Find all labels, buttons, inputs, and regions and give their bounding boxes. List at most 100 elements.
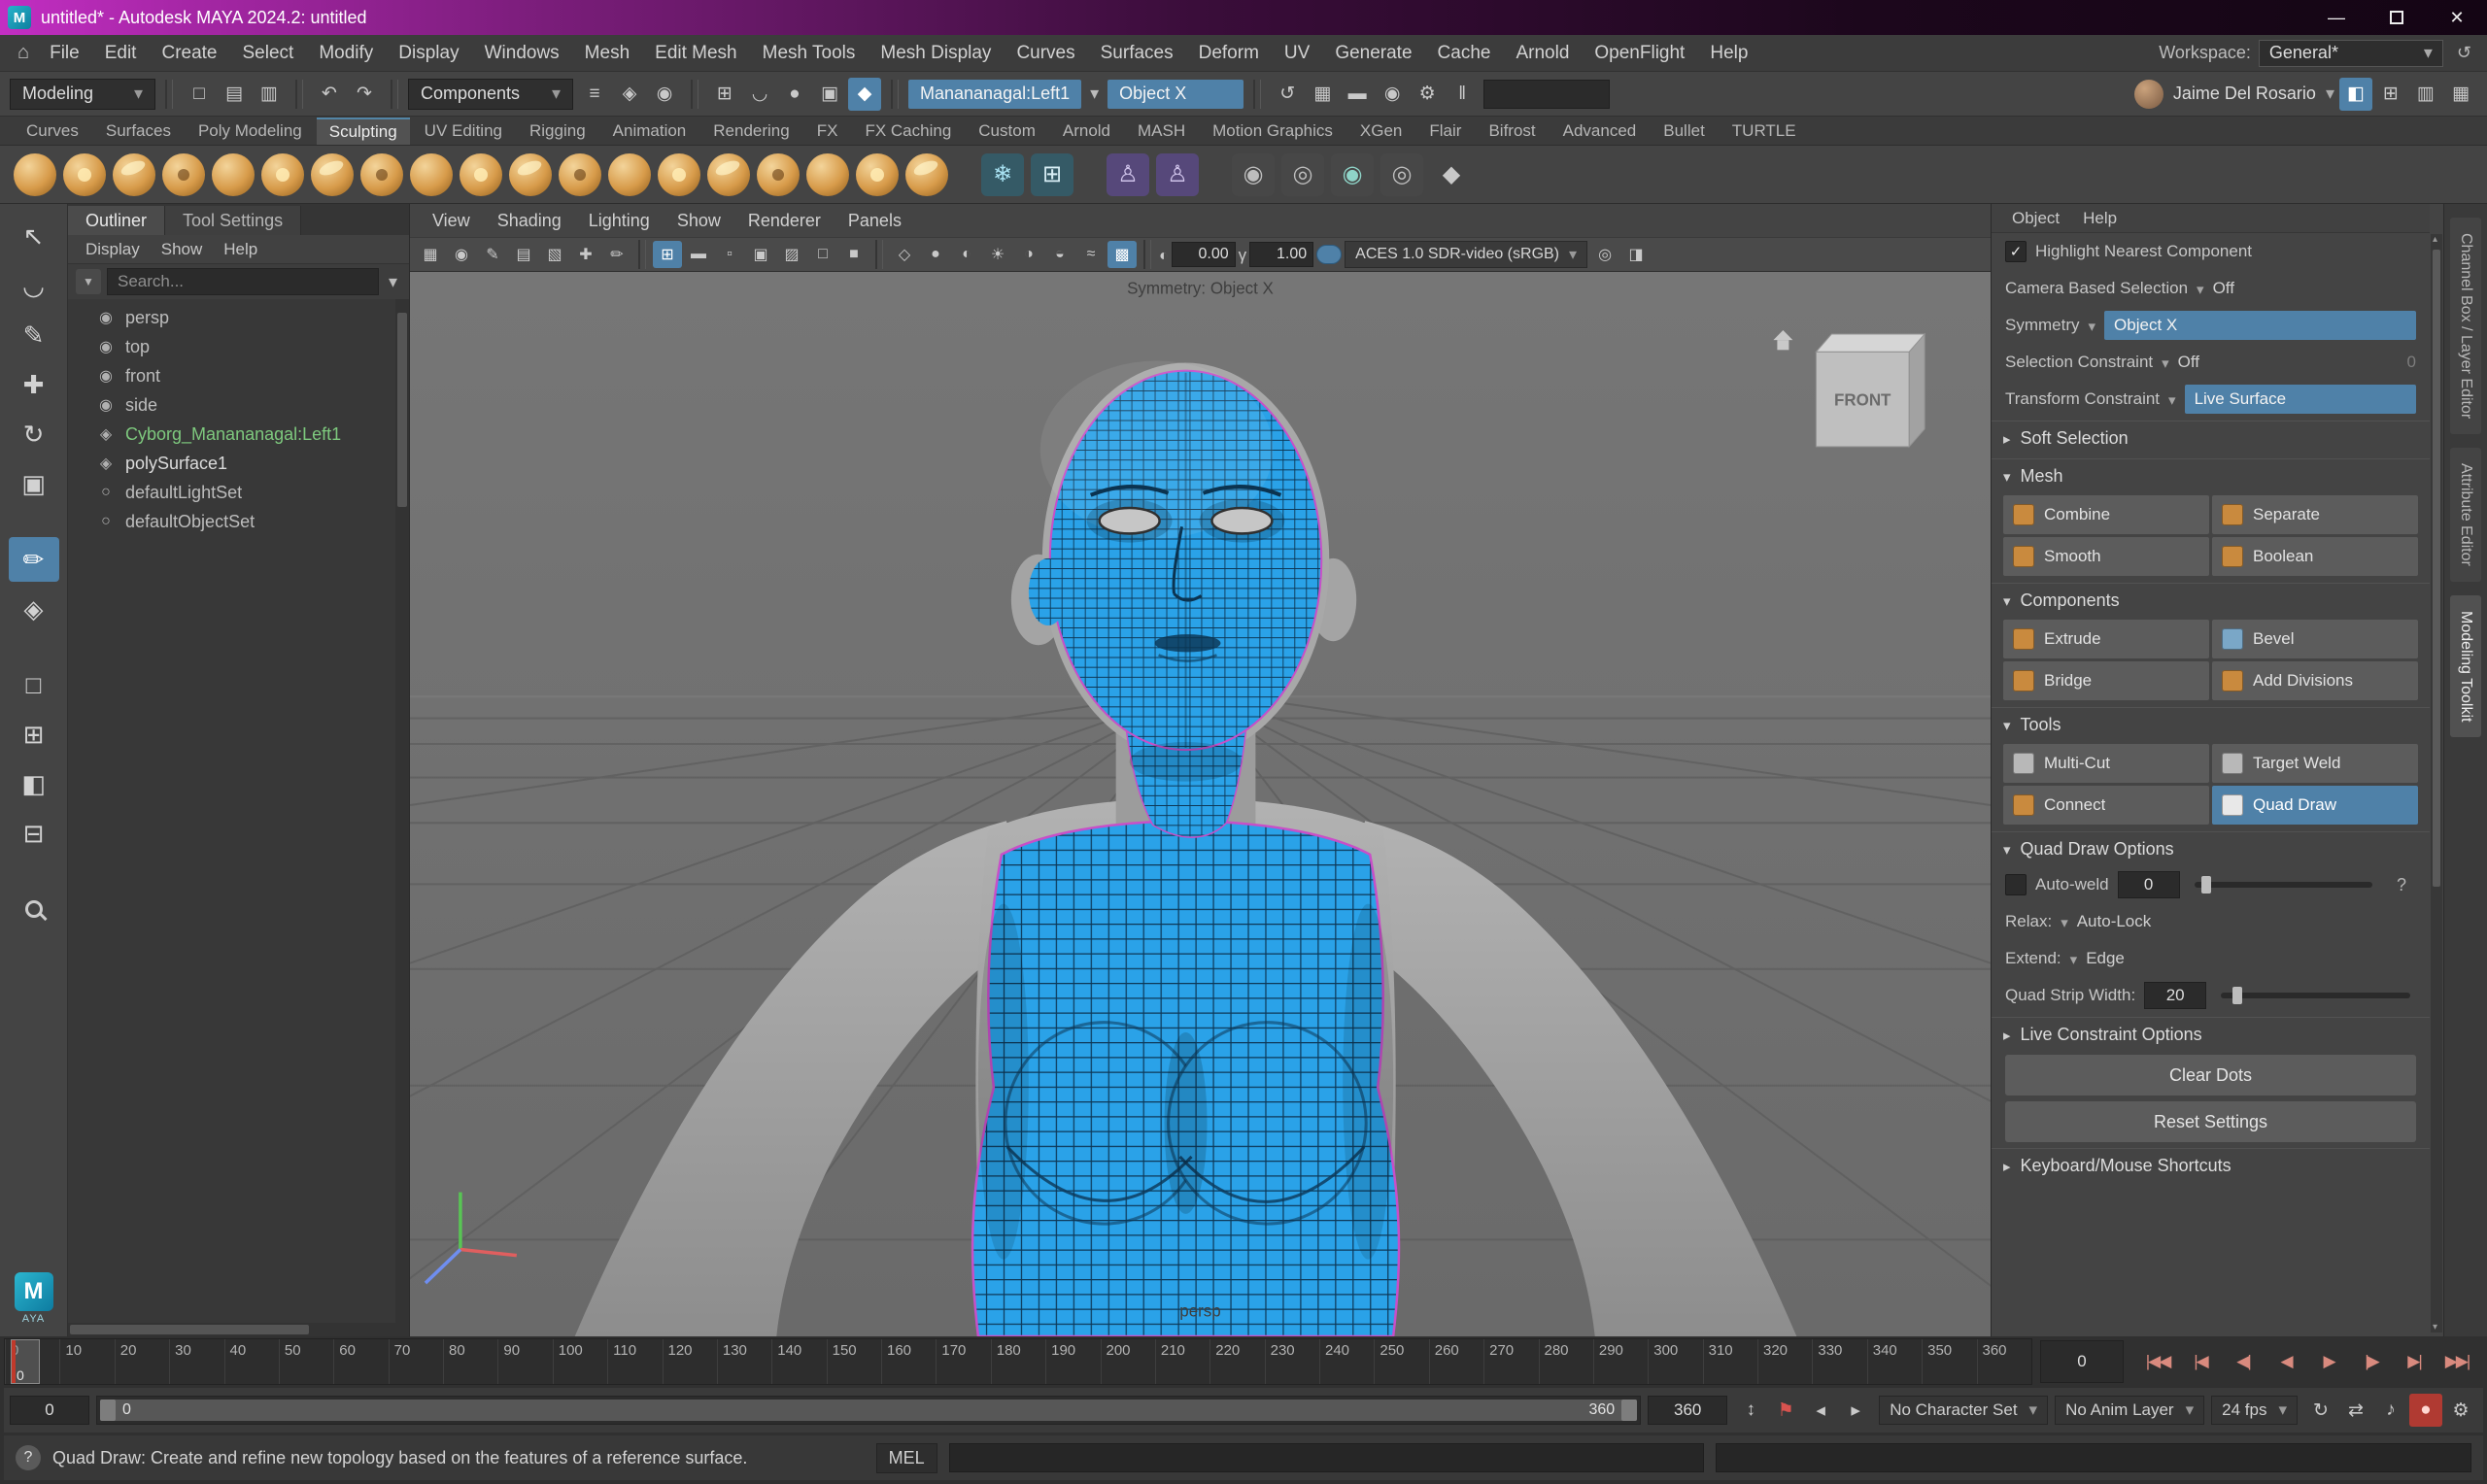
viewport-menu-show[interactable]: Show	[664, 211, 733, 231]
chevron-down-icon[interactable]	[2162, 353, 2169, 373]
next-clip-icon[interactable]: ▸	[1839, 1394, 1872, 1427]
oscillate-icon[interactable]: ⇄	[2339, 1394, 2372, 1427]
xray-icon[interactable]: ◨	[1621, 241, 1651, 268]
slider-handle[interactable]	[2201, 876, 2211, 894]
shelf-tab-bifrost[interactable]: Bifrost	[1476, 118, 1548, 145]
current-frame-field[interactable]	[2040, 1340, 2124, 1383]
outliner-search-input[interactable]	[107, 268, 379, 295]
grid-toggle-icon[interactable]: ⊞	[653, 241, 682, 268]
menu-cache[interactable]: Cache	[1425, 35, 1504, 72]
shelf-tab-animation[interactable]: Animation	[600, 118, 699, 145]
render-current-frame-icon[interactable]: ▬	[1341, 78, 1374, 111]
menu-help[interactable]: Help	[1697, 35, 1760, 72]
ui-elements-icon[interactable]: ⊞	[2374, 78, 2407, 111]
gamma-field[interactable]	[1249, 242, 1313, 267]
2d-pan-zoom-icon[interactable]: ✚	[571, 241, 600, 268]
outliner-item-front[interactable]: ◉front	[68, 361, 409, 390]
selection-constraint-value[interactable]: Off	[2178, 353, 2199, 372]
chevron-down-icon[interactable]	[2089, 316, 2096, 336]
range-start-handle[interactable]	[100, 1400, 116, 1421]
move-tool-icon[interactable]: ✚	[9, 362, 59, 407]
extend-value[interactable]: Edge	[2086, 949, 2125, 968]
chevron-down-icon[interactable]	[2061, 912, 2068, 932]
four-pane-layout-icon[interactable]: ⊞	[9, 712, 59, 757]
camera-attributes-icon[interactable]: ✎	[478, 241, 507, 268]
shelf-tab-mash[interactable]: MASH	[1125, 118, 1198, 145]
shelf-tab-xgen[interactable]: XGen	[1347, 118, 1414, 145]
outliner-item-defaultobjectset[interactable]: ○defaultObjectSet	[68, 507, 409, 536]
play-backwards-button[interactable]: ◀	[2266, 1344, 2306, 1379]
snap-to-point-icon[interactable]: ●	[778, 78, 811, 111]
rotate-tool-icon[interactable]: ↻	[9, 412, 59, 456]
wireframe-display-icon[interactable]: ◇	[890, 241, 919, 268]
vertical-scrollbar[interactable]	[2431, 234, 2442, 1332]
select-by-object-icon[interactable]: ◈	[613, 78, 646, 111]
menu-openflight[interactable]: OpenFlight	[1582, 35, 1697, 72]
combine-button[interactable]: Combine	[2003, 495, 2209, 534]
prev-clip-icon[interactable]: ◂	[1804, 1394, 1837, 1427]
slider-handle[interactable]	[2232, 987, 2242, 1004]
playhead[interactable]: 0	[11, 1339, 40, 1384]
persp-outliner-layout-icon[interactable]: ◧	[9, 761, 59, 806]
sculpt-sculpt-brush-icon[interactable]	[63, 153, 106, 196]
exposure-field[interactable]	[1172, 242, 1236, 267]
menu-select[interactable]: Select	[230, 35, 307, 72]
isolate-select-icon[interactable]: ◎	[1590, 241, 1619, 268]
connect-button[interactable]: Connect	[2003, 786, 2209, 825]
range-bar[interactable]	[100, 1400, 1637, 1421]
play-forwards-button[interactable]: ▶	[2308, 1344, 2349, 1379]
freeze-selection-icon[interactable]: ❄	[981, 153, 1024, 196]
outliner-menu-help[interactable]: Help	[214, 240, 267, 259]
sculpt-amplify-brush-icon[interactable]	[856, 153, 899, 196]
bevel-button[interactable]: Bevel	[2212, 620, 2418, 658]
outliner-menu-display[interactable]: Display	[76, 240, 150, 259]
clear-dots-button[interactable]: Clear Dots	[2005, 1055, 2416, 1096]
bookmark-key-icon[interactable]: ⚑	[1769, 1394, 1802, 1427]
shelf-tab-arnold[interactable]: Arnold	[1050, 118, 1123, 145]
chevron-down-icon[interactable]	[1086, 84, 1103, 104]
anti-aliasing-icon[interactable]: ▩	[1107, 241, 1137, 268]
sculpt-smooth-brush-icon[interactable]	[113, 153, 155, 196]
quad-strip-width-field[interactable]	[2144, 982, 2206, 1009]
outliner-item-persp[interactable]: ◉persp	[68, 303, 409, 332]
shelf-tab-flair[interactable]: Flair	[1416, 118, 1474, 145]
range-end-field[interactable]	[1648, 1396, 1727, 1425]
file-save-icon[interactable]: ▥	[253, 78, 286, 111]
sculpt-lift-brush-icon[interactable]	[14, 153, 56, 196]
shelf-tab-fx[interactable]: FX	[804, 118, 851, 145]
shelf-tab-bullet[interactable]: Bullet	[1651, 118, 1718, 145]
texture-stamp-icon[interactable]: ◉	[1331, 153, 1374, 196]
outliner-item-defaultlightset[interactable]: ○defaultLightSet	[68, 478, 409, 507]
playback-speed-icon[interactable]: ↕	[1734, 1394, 1767, 1427]
undo-icon[interactable]: ↶	[313, 78, 346, 111]
go-to-start-button[interactable]: |◀◀	[2137, 1344, 2178, 1379]
sculpt-relax-brush-icon[interactable]	[162, 153, 205, 196]
shelf-tab-motion-graphics[interactable]: Motion Graphics	[1200, 118, 1346, 145]
unfreeze-all-icon[interactable]: ⊞	[1031, 153, 1073, 196]
ipr-render-icon[interactable]: ◉	[1376, 78, 1409, 111]
menu-edit[interactable]: Edit	[92, 35, 150, 72]
clone-target-icon[interactable]: ◉	[1232, 153, 1275, 196]
boolean-button[interactable]: Boolean	[2212, 537, 2418, 576]
camera-based-selection-value[interactable]: Off	[2213, 279, 2234, 298]
shelf-tab-custom[interactable]: Custom	[966, 118, 1048, 145]
numeric-input-field[interactable]	[1483, 80, 1610, 109]
stamp-icon[interactable]: ◎	[1281, 153, 1324, 196]
snap-to-grid-icon[interactable]: ⊞	[708, 78, 741, 111]
section-mesh[interactable]: Mesh	[1992, 458, 2430, 493]
maximize-button[interactable]	[2367, 0, 2427, 35]
toolkit-menu-object[interactable]: Object	[2001, 209, 2070, 228]
chevron-down-icon[interactable]	[2197, 279, 2204, 299]
menu-windows[interactable]: Windows	[472, 35, 572, 72]
menu-mesh[interactable]: Mesh	[572, 35, 642, 72]
zoom-tool-icon[interactable]	[9, 887, 59, 931]
mute-icon[interactable]: ♪	[2374, 1394, 2407, 1427]
menu-mesh-tools[interactable]: Mesh Tools	[750, 35, 869, 72]
chevron-down-icon[interactable]	[385, 272, 401, 292]
symmetry-value-field[interactable]: Object X	[2104, 311, 2416, 340]
render-view-icon[interactable]: ▦	[1306, 78, 1339, 111]
transform-constraint-field[interactable]: Live Surface	[2185, 385, 2416, 414]
panel-tab-modeling-toolkit[interactable]: Modeling Toolkit	[2450, 595, 2481, 737]
shadows-icon[interactable]: ◑	[1014, 241, 1043, 268]
user-account-menu[interactable]: Jaime Del Rosario	[2134, 80, 2334, 109]
